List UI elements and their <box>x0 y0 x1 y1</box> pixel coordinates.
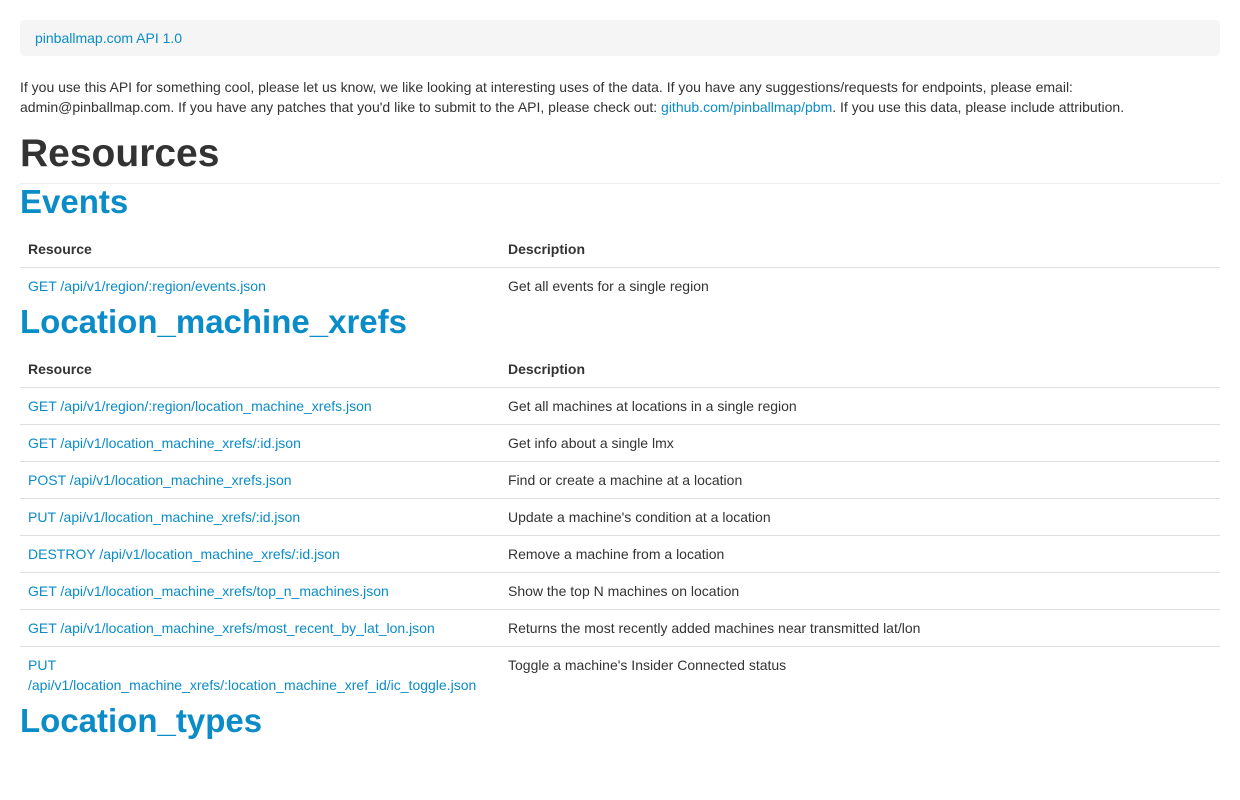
location-machine-xrefs-table: Resource Description GET /api/v1/region/… <box>20 351 1220 703</box>
table-row: GET /api/v1/location_machine_xrefs/top_n… <box>20 572 1220 610</box>
resource-cell: GET /api/v1/location_machine_xrefs/:id.j… <box>20 424 500 462</box>
description-cell: Get info about a single lmx <box>500 424 1220 462</box>
resource-cell: DESTROY /api/v1/location_machine_xrefs/:… <box>20 535 500 573</box>
section-title-location-types: Location_types <box>20 702 263 739</box>
section-title-location-machine-xrefs: Location_machine_xrefs <box>20 303 407 340</box>
endpoint-link[interactable]: GET /api/v1/location_machine_xrefs/top_n… <box>28 583 389 599</box>
page-title: Resources <box>20 134 1220 184</box>
github-repo-link[interactable]: github.com/pinballmap/pbm <box>661 99 832 115</box>
resource-cell: GET /api/v1/location_machine_xrefs/top_n… <box>20 572 500 610</box>
resource-cell: GET /api/v1/region/:region/location_mach… <box>20 388 500 425</box>
breadcrumb-home-link[interactable]: pinballmap.com API 1.0 <box>35 30 182 46</box>
description-cell: Remove a machine from a location <box>500 535 1220 573</box>
table-row: PUT /api/v1/location_machine_xrefs/:loca… <box>20 646 1220 703</box>
resource-cell: GET /api/v1/region/:region/events.json <box>20 268 500 305</box>
description-cell: Find or create a machine at a location <box>500 461 1220 499</box>
description-column-header: Description <box>500 231 1220 268</box>
description-cell: Get all machines at locations in a singl… <box>508 398 797 414</box>
table-header-row: Resource Description <box>20 351 1220 388</box>
endpoint-link[interactable]: GET /api/v1/region/:region/events.json <box>28 278 266 294</box>
resource-column-header: Resource <box>20 351 500 388</box>
api-docs-page: pinballmap.com API 1.0 If you use this A… <box>20 20 1220 739</box>
breadcrumb: pinballmap.com API 1.0 <box>20 20 1220 56</box>
description-cell: Toggle a machine's Insider Connected sta… <box>500 646 1220 703</box>
table-row: GET /api/v1/location_machine_xrefs/most_… <box>20 609 1220 647</box>
endpoint-link[interactable]: PUT /api/v1/location_machine_xrefs/:id.j… <box>28 509 300 525</box>
description-cell: Update a machine's condition at a locati… <box>500 498 1220 536</box>
description-column-header: Description <box>500 351 1220 388</box>
endpoint-link[interactable]: PUT /api/v1/location_machine_xrefs/:loca… <box>28 657 476 693</box>
endpoint-link[interactable]: POST /api/v1/location_machine_xrefs.json <box>28 472 292 488</box>
table-header-row: Resource Description <box>20 231 1220 268</box>
table-row: GET /api/v1/region/:region/events.json G… <box>20 268 1220 305</box>
endpoint-link[interactable]: GET /api/v1/region/:region/location_mach… <box>28 398 372 414</box>
intro-text-after-link: . If you use this data, please include a… <box>832 99 1125 115</box>
description-cell: Show the top N machines on location <box>500 572 1220 610</box>
description-cell: Get all events for a single region <box>508 278 709 294</box>
endpoint-link[interactable]: GET /api/v1/location_machine_xrefs/most_… <box>28 620 435 636</box>
table-row: GET /api/v1/location_machine_xrefs/:id.j… <box>20 424 1220 462</box>
resource-column-header: Resource <box>20 231 500 268</box>
description-cell: Returns the most recently added machines… <box>500 609 1220 647</box>
table-row: GET /api/v1/region/:region/location_mach… <box>20 388 1220 425</box>
endpoint-link[interactable]: DESTROY /api/v1/location_machine_xrefs/:… <box>28 546 340 562</box>
events-table: Resource Description GET /api/v1/region/… <box>20 231 1220 304</box>
section-title-events: Events <box>20 183 129 220</box>
resource-cell: PUT /api/v1/location_machine_xrefs/:loca… <box>20 646 500 703</box>
table-row: DESTROY /api/v1/location_machine_xrefs/:… <box>20 535 1220 573</box>
resource-cell: GET /api/v1/location_machine_xrefs/most_… <box>20 609 500 647</box>
endpoint-link[interactable]: GET /api/v1/location_machine_xrefs/:id.j… <box>28 435 301 451</box>
table-row: PUT /api/v1/location_machine_xrefs/:id.j… <box>20 498 1220 536</box>
resource-cell: PUT /api/v1/location_machine_xrefs/:id.j… <box>20 498 500 536</box>
resource-cell: POST /api/v1/location_machine_xrefs.json <box>20 461 500 499</box>
intro-paragraph: If you use this API for something cool, … <box>20 77 1220 117</box>
table-row: POST /api/v1/location_machine_xrefs.json… <box>20 461 1220 499</box>
